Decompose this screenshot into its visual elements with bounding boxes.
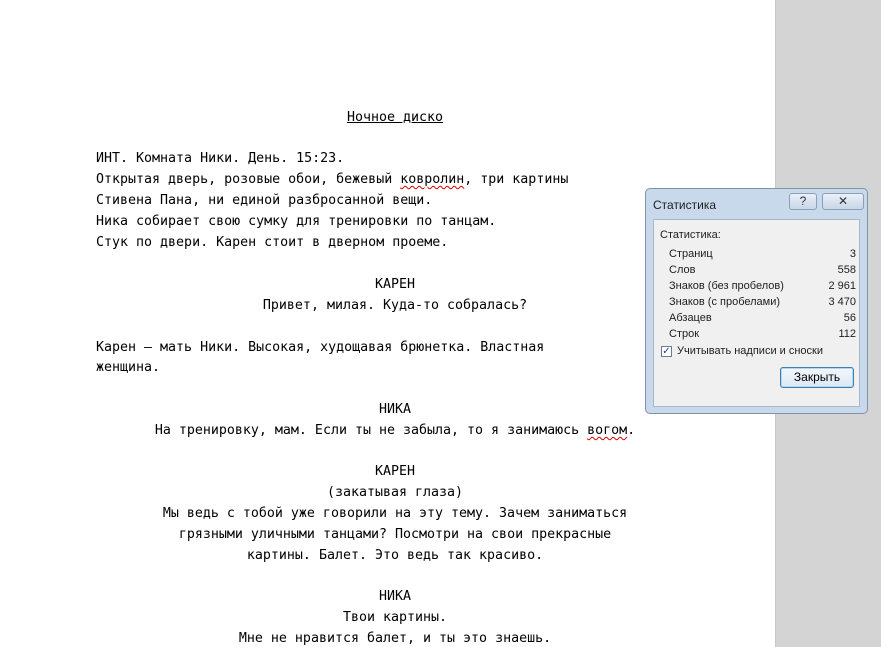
dialogue-line: На тренировку, мам. Если ты не забыла, т… — [154, 423, 636, 438]
stat-row-pages: Страниц 3 — [669, 248, 856, 264]
stat-value: 3 — [849, 248, 856, 260]
dialogue-line: Твои картины. — [342, 610, 448, 625]
dialog-body: Статистика: Страниц 3 Слов 558 Знаков (без… — [653, 219, 860, 407]
spellcheck-word: вогом — [587, 423, 628, 438]
stat-value: 558 — [837, 264, 856, 276]
help-button[interactable]: ? — [789, 193, 817, 210]
spellcheck-word: ковролин — [400, 172, 465, 187]
script-title: Ночное диско — [346, 110, 444, 125]
dialogue-line: Мы ведь с тобой уже говорили на эту тему… — [162, 506, 628, 521]
character-name: НИКА — [378, 589, 412, 604]
action-line: Стивена Пана, ни единой разбросанной вещ… — [96, 193, 433, 208]
close-icon: ✕ — [837, 194, 849, 208]
action-line: Стук по двери. Карен стоит в дверном про… — [96, 235, 449, 250]
character-name: КАРЕН — [374, 464, 416, 479]
dialog-close-x-button[interactable]: ✕ — [822, 193, 864, 210]
stat-label: Строк — [669, 328, 700, 340]
stat-label: Слов — [669, 264, 696, 276]
scene-heading: ИНТ. Комната Ники. День. 15:23. — [96, 151, 345, 166]
stat-row-chars-no-spaces: Знаков (без пробелов) 2 961 — [669, 280, 856, 296]
include-textboxes-label[interactable]: Учитывать надписи и сноски — [677, 345, 823, 357]
stat-label: Страниц — [669, 248, 713, 260]
include-textboxes-checkbox[interactable]: ✓ — [661, 346, 672, 357]
stat-label: Знаков (с пробелами) — [669, 296, 781, 308]
action-line: Ника собирает свою сумку для тренировки … — [96, 214, 497, 229]
dialog-title: Статистика — [653, 198, 717, 212]
stat-row-chars-with-spaces: Знаков (с пробелами) 3 470 — [669, 296, 856, 312]
stats-header: Статистика: — [660, 229, 721, 241]
checkmark-icon: ✓ — [662, 346, 671, 357]
stat-value: 3 470 — [828, 296, 856, 308]
stat-row-paragraphs: Абзацев 56 — [669, 312, 856, 328]
stat-row-words: Слов 558 — [669, 264, 856, 280]
action-line: Открытая дверь, розовые обои, бежевый ко… — [96, 172, 569, 187]
stat-row-lines: Строк 112 — [669, 328, 856, 344]
action-line: женщина. — [96, 360, 161, 375]
dialogue-line: грязными уличными танцами? Посмотри на с… — [178, 527, 612, 542]
stat-label: Абзацев — [669, 312, 712, 324]
stat-value: 112 — [838, 328, 856, 340]
word-count-dialog: Статистика ? ✕ Статистика: Страниц 3 Слов… — [645, 188, 868, 414]
dialogue-line: картины. Балет. Это ведь так красиво. — [246, 548, 544, 563]
dialogue-line: Мне не нравится балет, и ты это знаешь. — [238, 631, 552, 646]
stat-label: Знаков (без пробелов) — [669, 280, 784, 292]
stat-value: 56 — [843, 312, 856, 324]
parenthetical: (закатывая глаза) — [326, 485, 464, 500]
action-line: Карен – мать Ники. Высокая, худощавая бр… — [96, 340, 545, 355]
stat-value: 2 961 — [828, 280, 856, 292]
help-icon: ? — [799, 194, 807, 208]
close-button[interactable]: Закрыть — [780, 367, 854, 388]
